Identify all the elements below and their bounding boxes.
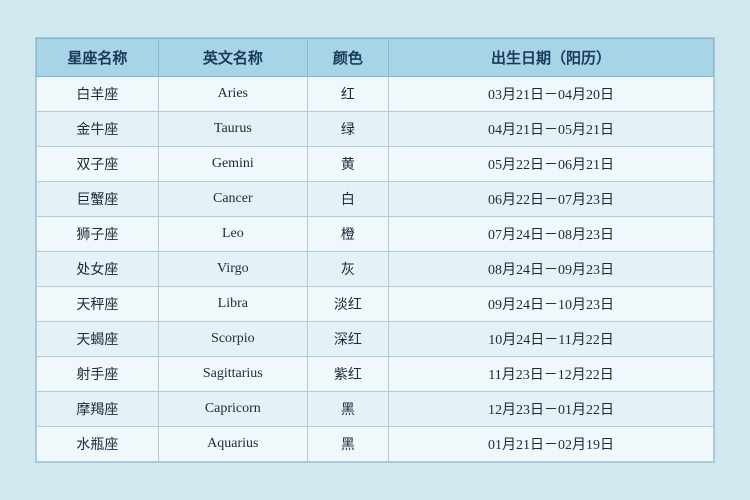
cell-english: Aries bbox=[158, 77, 307, 112]
cell-english: Gemini bbox=[158, 147, 307, 182]
cell-color: 绿 bbox=[307, 112, 388, 147]
cell-chinese: 水瓶座 bbox=[37, 427, 159, 462]
table-row: 处女座Virgo灰08月24日－09月23日 bbox=[37, 252, 714, 287]
cell-chinese: 巨蟹座 bbox=[37, 182, 159, 217]
cell-chinese: 射手座 bbox=[37, 357, 159, 392]
table-row: 摩羯座Capricorn黑12月23日－01月22日 bbox=[37, 392, 714, 427]
cell-chinese: 双子座 bbox=[37, 147, 159, 182]
header-color: 颜色 bbox=[307, 39, 388, 77]
table-row: 金牛座Taurus绿04月21日－05月21日 bbox=[37, 112, 714, 147]
cell-english: Aquarius bbox=[158, 427, 307, 462]
cell-color: 深红 bbox=[307, 322, 388, 357]
cell-english: Scorpio bbox=[158, 322, 307, 357]
cell-chinese: 摩羯座 bbox=[37, 392, 159, 427]
cell-date: 04月21日－05月21日 bbox=[389, 112, 714, 147]
cell-english: Virgo bbox=[158, 252, 307, 287]
cell-date: 10月24日－11月22日 bbox=[389, 322, 714, 357]
cell-chinese: 天秤座 bbox=[37, 287, 159, 322]
table-row: 天秤座Libra淡红09月24日－10月23日 bbox=[37, 287, 714, 322]
cell-color: 白 bbox=[307, 182, 388, 217]
cell-color: 橙 bbox=[307, 217, 388, 252]
header-english: 英文名称 bbox=[158, 39, 307, 77]
cell-color: 红 bbox=[307, 77, 388, 112]
cell-english: Capricorn bbox=[158, 392, 307, 427]
cell-english: Leo bbox=[158, 217, 307, 252]
table-header-row: 星座名称 英文名称 颜色 出生日期（阳历） bbox=[37, 39, 714, 77]
cell-chinese: 天蝎座 bbox=[37, 322, 159, 357]
cell-english: Libra bbox=[158, 287, 307, 322]
cell-chinese: 处女座 bbox=[37, 252, 159, 287]
table-row: 天蝎座Scorpio深红10月24日－11月22日 bbox=[37, 322, 714, 357]
cell-color: 黑 bbox=[307, 392, 388, 427]
table-row: 巨蟹座Cancer白06月22日－07月23日 bbox=[37, 182, 714, 217]
cell-date: 05月22日－06月21日 bbox=[389, 147, 714, 182]
cell-date: 03月21日－04月20日 bbox=[389, 77, 714, 112]
table-row: 双子座Gemini黄05月22日－06月21日 bbox=[37, 147, 714, 182]
cell-date: 08月24日－09月23日 bbox=[389, 252, 714, 287]
cell-date: 06月22日－07月23日 bbox=[389, 182, 714, 217]
cell-date: 07月24日－08月23日 bbox=[389, 217, 714, 252]
cell-date: 09月24日－10月23日 bbox=[389, 287, 714, 322]
zodiac-table: 星座名称 英文名称 颜色 出生日期（阳历） 白羊座Aries红03月21日－04… bbox=[36, 38, 714, 462]
cell-color: 紫红 bbox=[307, 357, 388, 392]
cell-date: 12月23日－01月22日 bbox=[389, 392, 714, 427]
cell-date: 01月21日－02月19日 bbox=[389, 427, 714, 462]
cell-chinese: 白羊座 bbox=[37, 77, 159, 112]
table-row: 白羊座Aries红03月21日－04月20日 bbox=[37, 77, 714, 112]
cell-chinese: 狮子座 bbox=[37, 217, 159, 252]
table-row: 射手座Sagittarius紫红11月23日－12月22日 bbox=[37, 357, 714, 392]
cell-english: Taurus bbox=[158, 112, 307, 147]
table-row: 水瓶座Aquarius黑01月21日－02月19日 bbox=[37, 427, 714, 462]
table-body: 白羊座Aries红03月21日－04月20日金牛座Taurus绿04月21日－0… bbox=[37, 77, 714, 462]
header-chinese: 星座名称 bbox=[37, 39, 159, 77]
cell-color: 灰 bbox=[307, 252, 388, 287]
header-date: 出生日期（阳历） bbox=[389, 39, 714, 77]
cell-english: Sagittarius bbox=[158, 357, 307, 392]
cell-english: Cancer bbox=[158, 182, 307, 217]
cell-color: 黑 bbox=[307, 427, 388, 462]
cell-chinese: 金牛座 bbox=[37, 112, 159, 147]
cell-color: 淡红 bbox=[307, 287, 388, 322]
cell-color: 黄 bbox=[307, 147, 388, 182]
zodiac-table-container: 星座名称 英文名称 颜色 出生日期（阳历） 白羊座Aries红03月21日－04… bbox=[35, 37, 715, 463]
table-row: 狮子座Leo橙07月24日－08月23日 bbox=[37, 217, 714, 252]
cell-date: 11月23日－12月22日 bbox=[389, 357, 714, 392]
